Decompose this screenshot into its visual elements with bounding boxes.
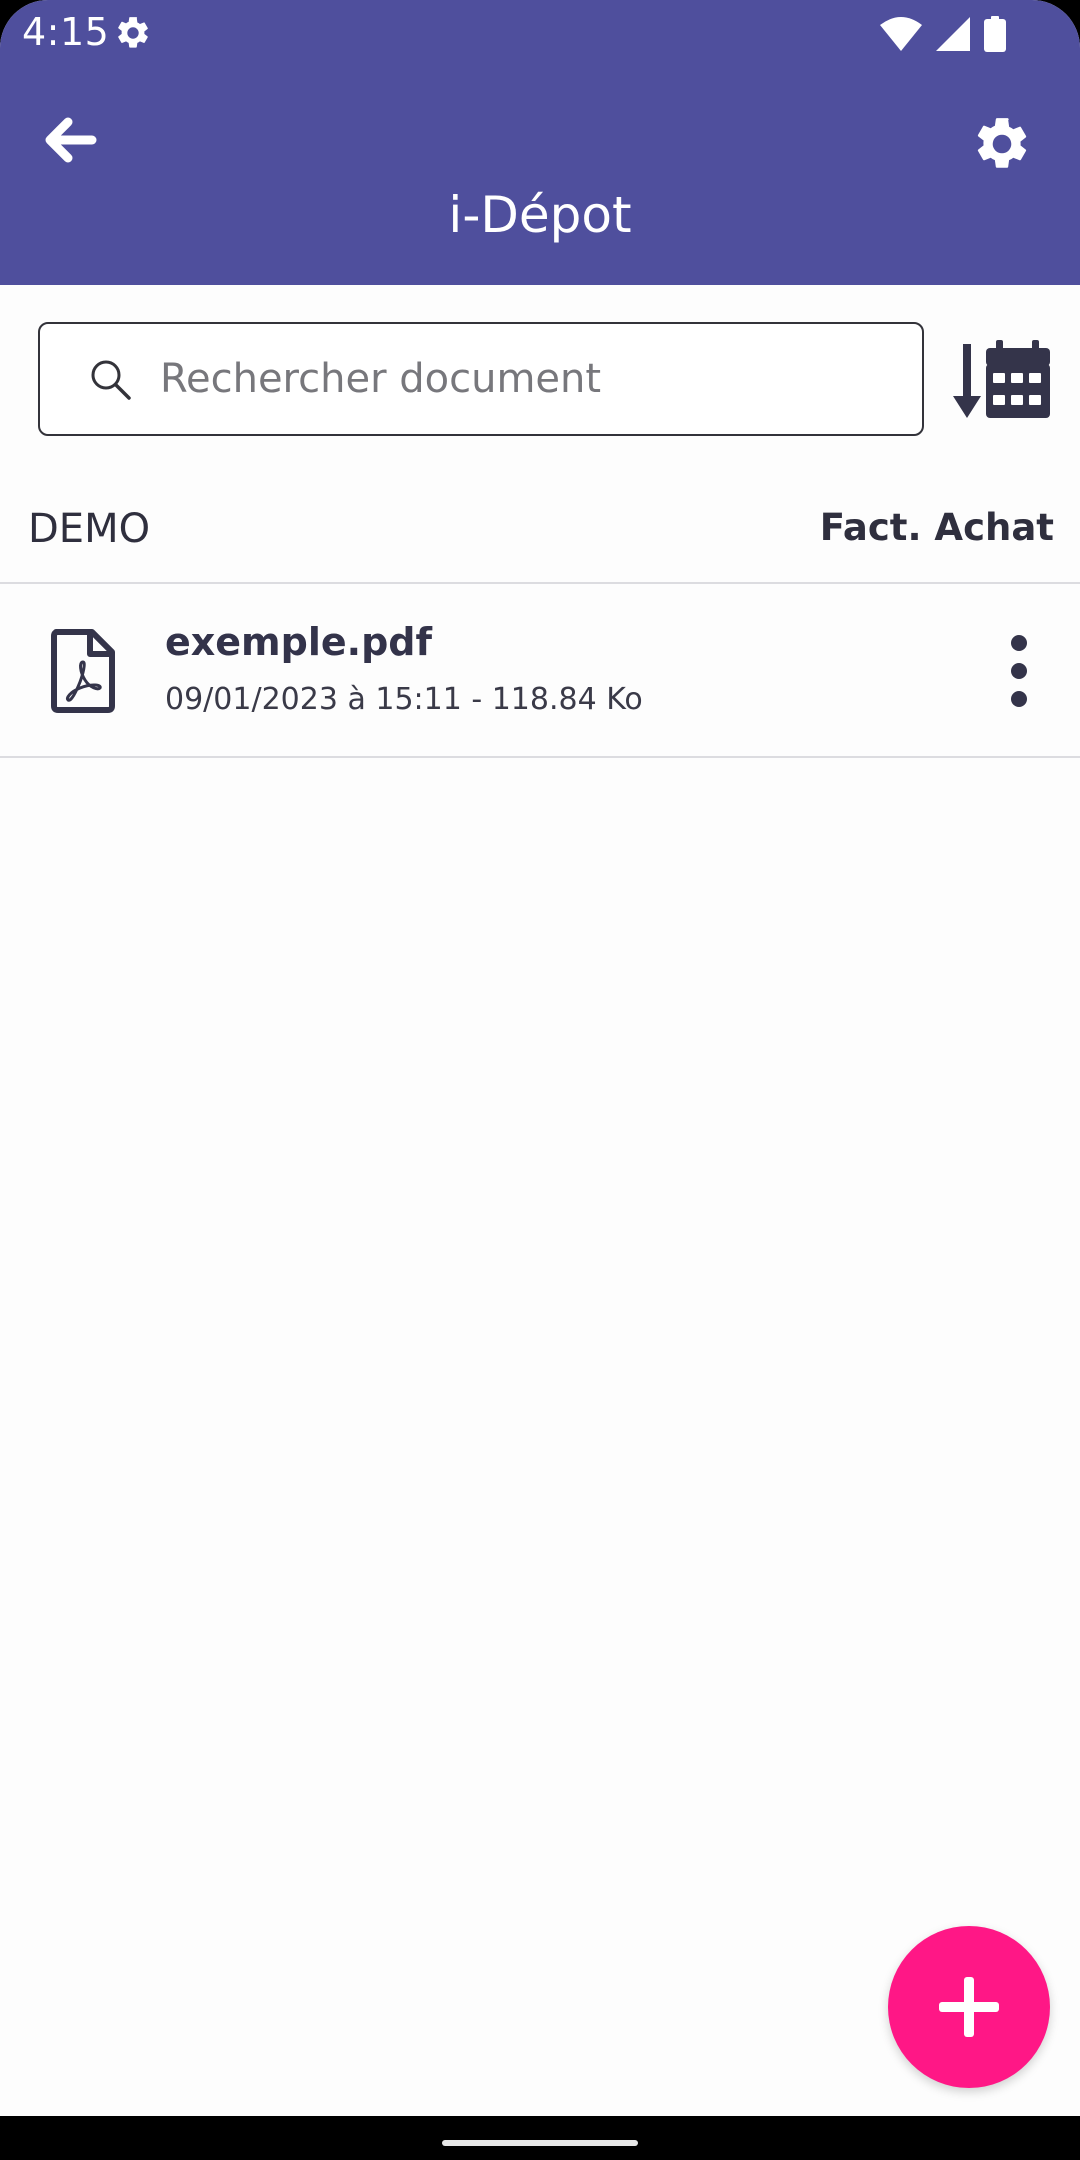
search-input[interactable]: [158, 355, 882, 403]
document-meta: 09/01/2023 à 15:11 - 118.84 Ko: [165, 682, 643, 717]
list-item[interactable]: exemple.pdf 09/01/2023 à 15:11 - 118.84 …: [0, 586, 1080, 758]
sort-by-date-button[interactable]: [952, 340, 1052, 424]
search-box[interactable]: [38, 322, 924, 436]
wifi-icon: [880, 17, 922, 51]
add-document-button[interactable]: [888, 1926, 1050, 2088]
section-header: DEMO Fact. Achat: [0, 490, 1080, 584]
search-icon: [91, 360, 131, 400]
section-category-label[interactable]: Fact. Achat: [820, 506, 1054, 549]
settings-button[interactable]: [962, 104, 1042, 184]
settings-icon: [118, 17, 148, 48]
signal-icon: [936, 17, 970, 51]
pdf-file-icon: [51, 629, 115, 713]
gear-icon: [977, 118, 1027, 168]
plus-icon: [939, 1977, 999, 2037]
back-button[interactable]: [34, 104, 106, 176]
sort-by-date-icon: [953, 340, 1050, 418]
system-nav-bar: [0, 2116, 1080, 2160]
more-vertical-icon: [1011, 635, 1027, 707]
battery-icon: [984, 16, 1006, 52]
section-company-label: DEMO: [28, 506, 151, 552]
home-gesture-handle[interactable]: [442, 2140, 638, 2146]
status-icons: [880, 16, 1006, 52]
arrow-left-icon: [45, 117, 97, 163]
document-name: exemple.pdf: [165, 620, 433, 664]
document-more-button[interactable]: [974, 626, 1064, 716]
status-time: 4:15: [22, 10, 110, 54]
page-title: i-Dépot: [448, 186, 632, 244]
app-screen: 4:15 i-Dépot Rechercher document DEMO Fa…: [0, 0, 1080, 2160]
app-bar: 4:15 i-Dépot: [0, 0, 1080, 285]
